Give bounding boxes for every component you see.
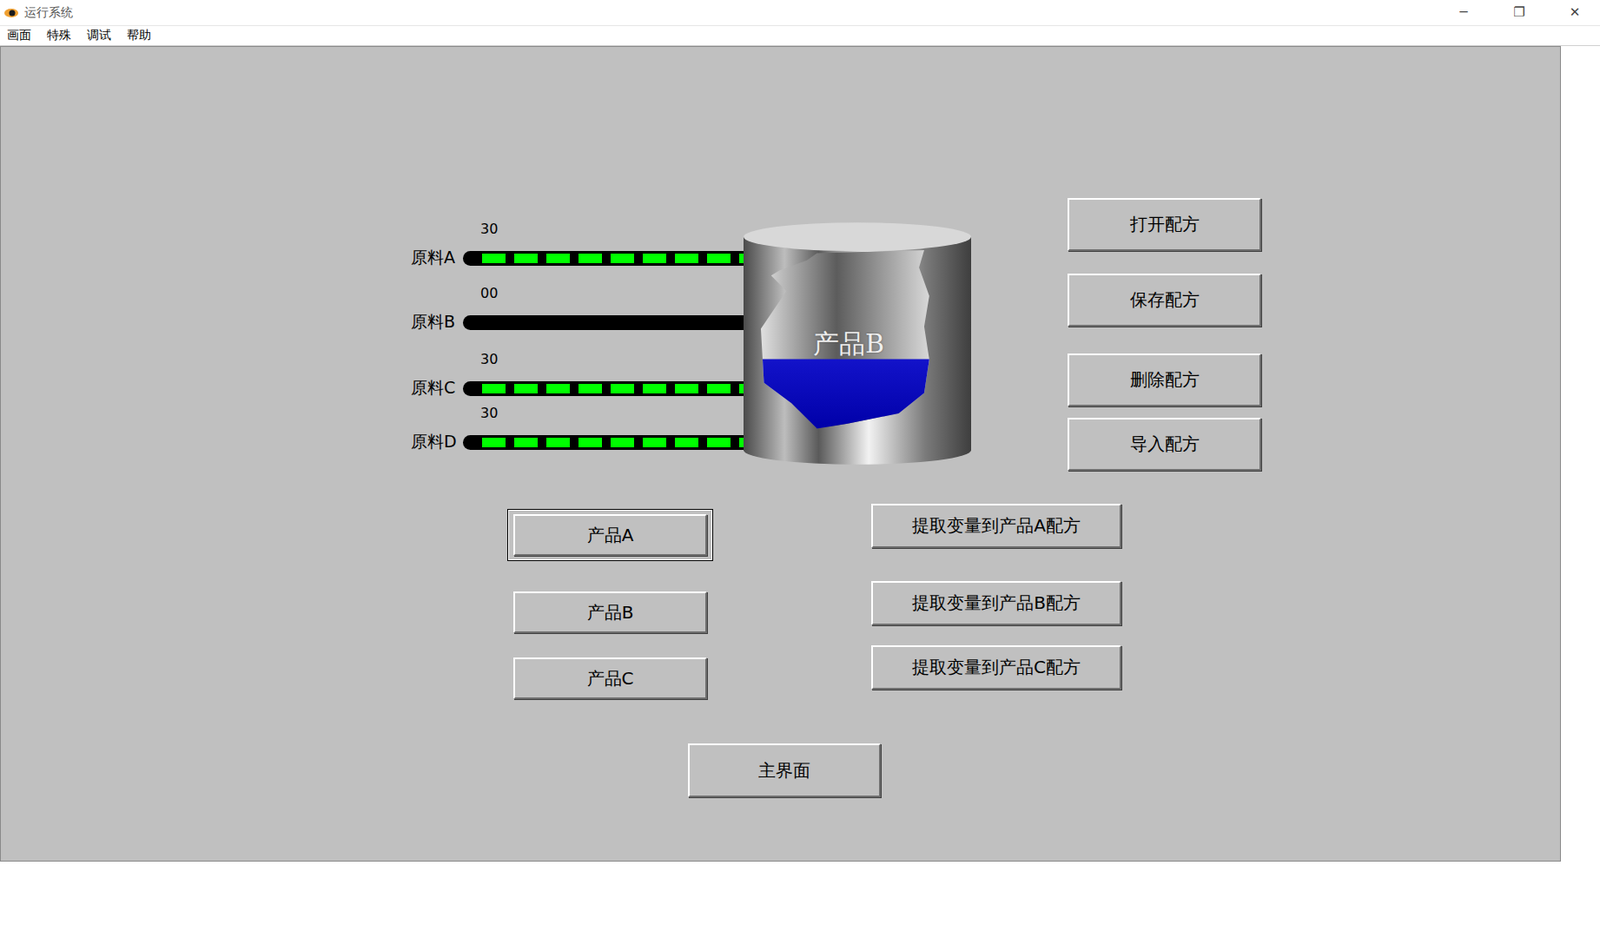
- product-button[interactable]: 产品C: [513, 657, 708, 700]
- title-bar: 运行系统─❐✕: [0, 0, 1600, 26]
- material-value: 00: [480, 284, 744, 305]
- material-label: 原料B: [410, 310, 458, 334]
- window-control[interactable]: ❐: [1494, 0, 1545, 26]
- window-control[interactable]: ✕: [1549, 0, 1600, 26]
- window-control[interactable]: ─: [1438, 0, 1489, 26]
- material-label: 原料C: [410, 376, 458, 400]
- material-pipe: [462, 315, 744, 331]
- recipe-slot: 打开配方: [1067, 198, 1262, 252]
- product-slot: 产品A: [507, 509, 714, 562]
- tank: 产品B: [743, 222, 972, 465]
- extract-slot: 提取变量到产品A配方: [871, 503, 1122, 549]
- product-slot: 产品B: [507, 586, 714, 639]
- recipe-slot: 导入配方: [1067, 417, 1262, 471]
- material-line: 原料B: [410, 310, 744, 334]
- material-label: 原料A: [410, 246, 458, 270]
- menu-item[interactable]: 调试: [86, 27, 112, 44]
- material-row: 00 原料B: [410, 284, 744, 334]
- material-value: 30: [480, 350, 744, 371]
- extract-button[interactable]: 提取变量到产品B配方: [871, 581, 1122, 626]
- product-button[interactable]: 产品B: [513, 591, 708, 634]
- extract-button[interactable]: 提取变量到产品C配方: [871, 645, 1122, 690]
- menu-bar: 画面特殊调试帮助: [0, 25, 1600, 47]
- recipe-button[interactable]: 打开配方: [1067, 198, 1262, 252]
- app-eye-icon: [3, 6, 20, 20]
- material-line: 原料A: [410, 246, 744, 270]
- material-line: 原料D: [410, 430, 744, 454]
- material-row: 30 原料C: [410, 350, 744, 400]
- material-value: 30: [480, 404, 744, 424]
- recipe-button[interactable]: 保存配方: [1067, 273, 1262, 327]
- product-frame: 产品C: [507, 652, 714, 705]
- menu-item[interactable]: 画面: [6, 27, 32, 44]
- extract-button[interactable]: 提取变量到产品A配方: [871, 503, 1122, 549]
- product-button[interactable]: 产品A: [513, 514, 708, 556]
- recipe-button[interactable]: 删除配方: [1067, 353, 1262, 407]
- main-slot: 主界面: [687, 743, 881, 798]
- product-slot: 产品C: [507, 652, 714, 705]
- material-row: 30 原料A: [410, 220, 744, 270]
- recipe-slot: 删除配方: [1067, 353, 1262, 407]
- material-value: 30: [480, 220, 744, 240]
- product-frame: 产品B: [507, 586, 714, 639]
- material-pipe: [462, 435, 744, 450]
- material-pipe: [462, 381, 744, 397]
- tank-product-label: 产品B: [743, 326, 954, 363]
- extract-slot: 提取变量到产品B配方: [871, 581, 1122, 626]
- recipe-slot: 保存配方: [1067, 273, 1262, 327]
- material-pipe: [462, 251, 744, 266]
- product-frame: 产品A: [507, 509, 714, 562]
- extract-slot: 提取变量到产品C配方: [871, 645, 1122, 690]
- main-screen-button[interactable]: 主界面: [687, 743, 881, 798]
- material-row: 30 原料D: [410, 404, 744, 454]
- menu-item[interactable]: 特殊: [46, 27, 72, 44]
- material-label: 原料D: [410, 430, 458, 454]
- menu-item[interactable]: 帮助: [126, 27, 152, 44]
- material-line: 原料C: [410, 376, 744, 400]
- recipe-button[interactable]: 导入配方: [1067, 417, 1262, 471]
- window-title: 运行系统: [24, 5, 1434, 21]
- runtime-window: 运行系统─❐✕画面特殊调试帮助30原料A00原料B30原料C30原料D产品B打开…: [0, 0, 1600, 938]
- hmi-canvas: 30原料A00原料B30原料C30原料D产品B打开配方保存配方删除配方导入配方产…: [0, 46, 1561, 862]
